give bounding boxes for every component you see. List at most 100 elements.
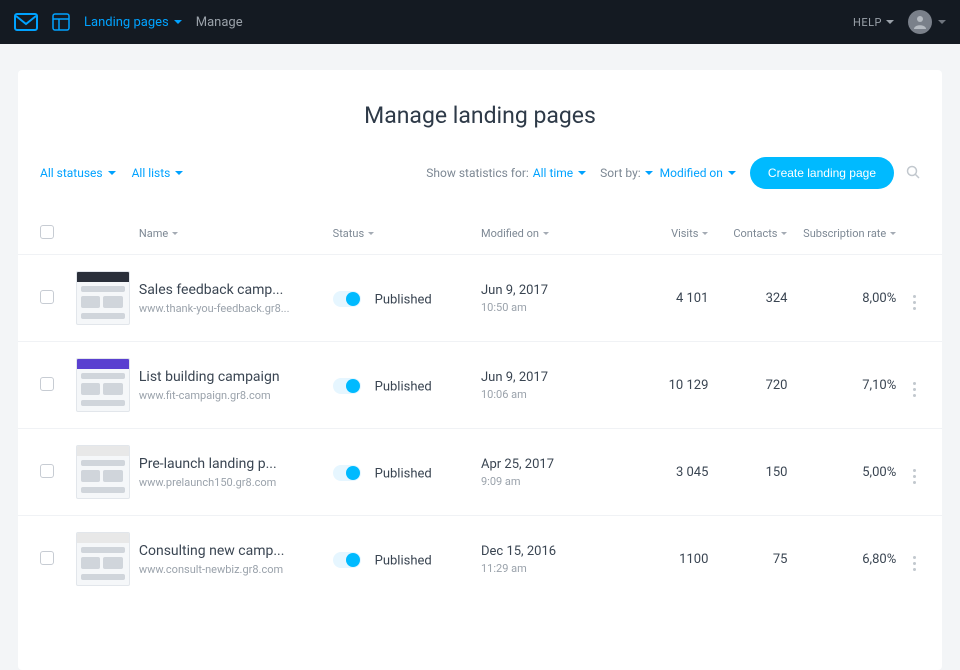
row-menu-button[interactable]: [909, 378, 920, 401]
row-name[interactable]: List building campaign: [139, 369, 319, 385]
row-checkbox[interactable]: [40, 551, 54, 565]
nav-landing-pages[interactable]: Landing pages: [84, 15, 182, 30]
thumbnail[interactable]: [76, 445, 130, 499]
status-toggle[interactable]: [333, 465, 361, 481]
row-name[interactable]: Sales feedback camp...: [139, 282, 319, 298]
modified-date: Apr 25, 2017: [481, 457, 629, 472]
filter-all-statuses-label: All statuses: [40, 166, 103, 180]
row-url[interactable]: www.consult-newbiz.gr8.com: [139, 563, 319, 576]
modified-date: Jun 9, 2017: [481, 283, 629, 298]
create-landing-page-button[interactable]: Create landing page: [750, 157, 894, 189]
chevron-down-icon: [728, 171, 736, 175]
sort-modified-on[interactable]: Modified on: [645, 166, 736, 180]
row-url[interactable]: www.thank-you-feedback.gr8...: [139, 302, 319, 315]
sort-modified-on-label: Modified on: [660, 166, 723, 180]
search-icon[interactable]: [906, 165, 920, 182]
row-checkbox[interactable]: [40, 464, 54, 478]
table-header: Name Status Modified on Visits Contacts …: [18, 211, 942, 254]
table-row: Consulting new camp... www.consult-newbi…: [18, 515, 942, 602]
visits-value: 3 045: [629, 465, 708, 480]
filter-all-time[interactable]: All time: [533, 166, 586, 180]
help-link[interactable]: HELP: [853, 16, 894, 29]
layout-icon[interactable]: [52, 13, 70, 31]
page-title: Manage landing pages: [18, 70, 942, 157]
status-toggle[interactable]: [333, 378, 361, 394]
row-menu-button[interactable]: [909, 465, 920, 488]
chevron-down-icon[interactable]: [938, 20, 946, 24]
modified-date: Jun 9, 2017: [481, 370, 629, 385]
content-card: Manage landing pages All statuses All li…: [18, 70, 942, 670]
col-subscription-rate[interactable]: Subscription rate: [787, 227, 896, 240]
nav-landing-pages-label: Landing pages: [84, 15, 169, 30]
contacts-value: 720: [708, 378, 787, 393]
visits-value: 4 101: [629, 291, 708, 306]
filter-all-lists[interactable]: All lists: [132, 166, 184, 180]
chevron-down-icon: [781, 232, 787, 235]
subscription-rate-value: 5,00%: [787, 465, 896, 480]
thumbnail[interactable]: [76, 271, 130, 325]
filter-all-statuses[interactable]: All statuses: [40, 166, 116, 180]
col-contacts[interactable]: Contacts: [708, 227, 787, 240]
select-all-checkbox[interactable]: [40, 225, 54, 239]
filter-all-lists-label: All lists: [132, 166, 171, 180]
col-modified-on[interactable]: Modified on: [481, 227, 549, 240]
chevron-down-icon: [886, 20, 894, 24]
table-row: Sales feedback camp... www.thank-you-fee…: [18, 254, 942, 341]
modified-time: 10:06 am: [481, 388, 629, 401]
modified-time: 10:50 am: [481, 301, 629, 314]
contacts-value: 150: [708, 465, 787, 480]
col-status[interactable]: Status: [333, 227, 374, 240]
thumbnail[interactable]: [76, 532, 130, 586]
row-menu-button[interactable]: [909, 552, 920, 575]
table-row: List building campaign www.fit-campaign.…: [18, 341, 942, 428]
subscription-rate-value: 8,00%: [787, 291, 896, 306]
subscription-rate-value: 6,80%: [787, 552, 896, 567]
row-url[interactable]: www.prelaunch150.gr8.com: [139, 476, 319, 489]
chevron-down-icon: [175, 171, 183, 175]
modified-date: Dec 15, 2016: [481, 544, 629, 559]
modified-time: 11:29 am: [481, 562, 629, 575]
chevron-down-icon: [645, 171, 653, 175]
row-checkbox[interactable]: [40, 290, 54, 304]
mail-icon[interactable]: [14, 13, 38, 31]
status-text: Published: [375, 292, 432, 307]
nav-manage-label: Manage: [196, 15, 243, 30]
row-checkbox[interactable]: [40, 377, 54, 391]
modified-time: 9:09 am: [481, 475, 629, 488]
row-name[interactable]: Consulting new camp...: [139, 543, 319, 559]
chevron-down-icon: [108, 171, 116, 175]
table-body: Sales feedback camp... www.thank-you-fee…: [18, 254, 942, 602]
row-url[interactable]: www.fit-campaign.gr8.com: [139, 389, 319, 402]
top-nav: Landing pages Manage HELP: [0, 0, 960, 44]
row-name[interactable]: Pre-launch landing p...: [139, 456, 319, 472]
avatar[interactable]: [908, 10, 932, 34]
chevron-down-icon: [890, 232, 896, 235]
contacts-value: 75: [708, 552, 787, 567]
col-name[interactable]: Name: [139, 227, 178, 240]
chevron-down-icon: [172, 232, 178, 235]
table-row: Pre-launch landing p... www.prelaunch150…: [18, 428, 942, 515]
status-text: Published: [375, 379, 432, 394]
chevron-down-icon: [174, 20, 182, 24]
sort-label: Sort by:: [600, 166, 641, 180]
col-visits[interactable]: Visits: [629, 227, 708, 240]
visits-value: 1100: [629, 552, 708, 567]
chevron-down-icon: [578, 171, 586, 175]
thumbnail[interactable]: [76, 358, 130, 412]
status-text: Published: [375, 553, 432, 568]
chevron-down-icon: [543, 232, 549, 235]
visits-value: 10 129: [629, 378, 708, 393]
filter-bar: All statuses All lists Show statistics f…: [18, 157, 942, 211]
nav-manage[interactable]: Manage: [196, 15, 243, 30]
filter-all-time-label: All time: [533, 166, 573, 180]
status-toggle[interactable]: [333, 552, 361, 568]
help-label: HELP: [853, 16, 882, 29]
row-menu-button[interactable]: [909, 291, 920, 314]
subscription-rate-value: 7,10%: [787, 378, 896, 393]
chevron-down-icon: [368, 232, 374, 235]
stats-label: Show statistics for:: [426, 166, 529, 180]
chevron-down-icon: [702, 232, 708, 235]
status-toggle[interactable]: [333, 291, 361, 307]
status-text: Published: [375, 466, 432, 481]
contacts-value: 324: [708, 291, 787, 306]
